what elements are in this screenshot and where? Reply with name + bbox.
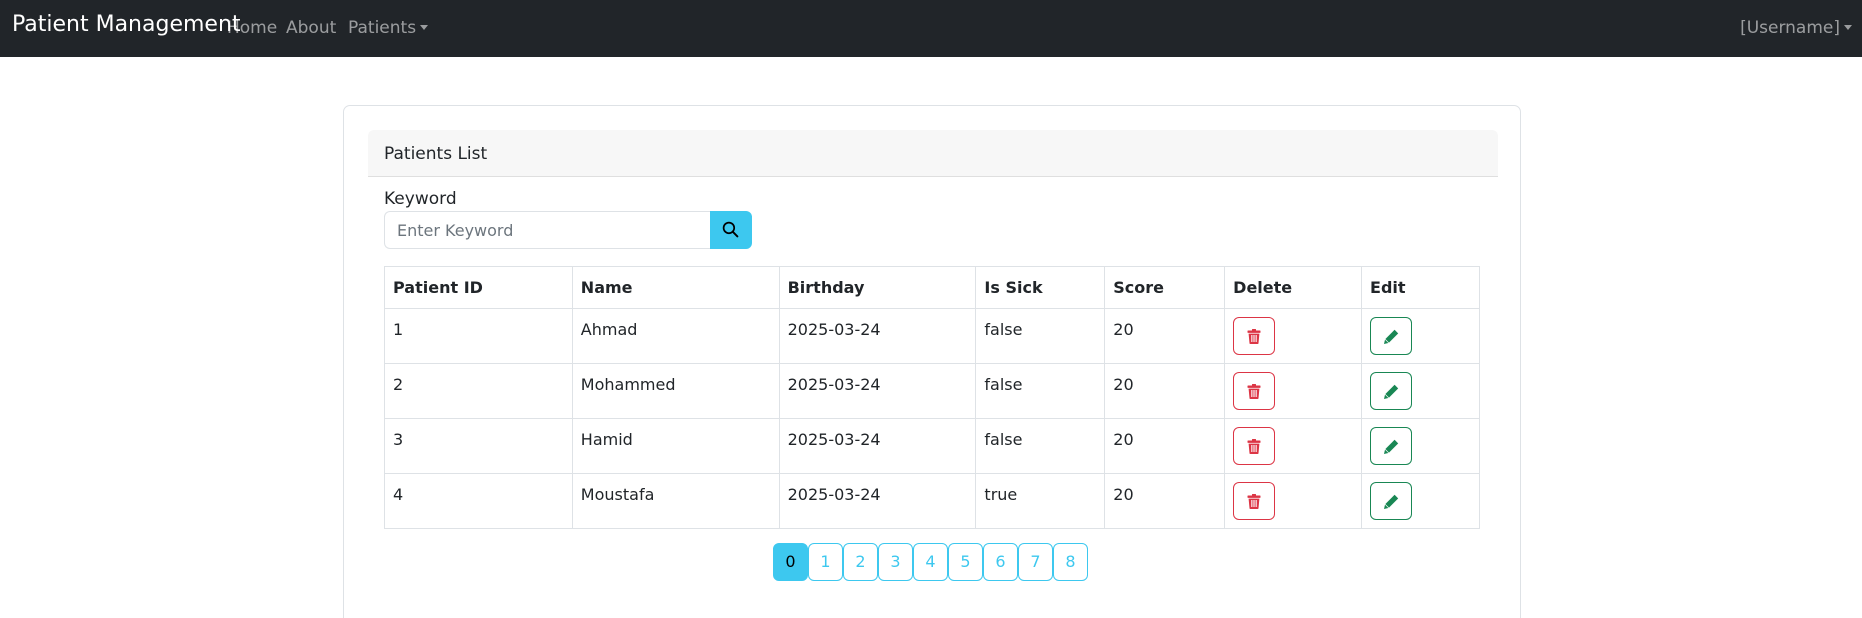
cell-delete xyxy=(1224,363,1363,419)
cell-patient-id: 1 xyxy=(384,308,573,364)
cell-score: 20 xyxy=(1104,308,1226,364)
page-button-0[interactable]: 0 xyxy=(773,543,808,581)
table-row: 4 Moustafa 2025-03-24 true 20 xyxy=(384,473,1480,529)
delete-button[interactable] xyxy=(1233,427,1276,465)
nav-patients-label: Patients xyxy=(348,18,417,38)
cell-edit xyxy=(1361,418,1480,474)
col-edit: Edit xyxy=(1361,266,1480,309)
col-delete: Delete xyxy=(1224,266,1363,309)
pencil-icon xyxy=(1384,494,1399,509)
col-patient-id: Patient ID xyxy=(384,266,573,309)
patients-card: Patients List Keyword Patient ID Name Bi… xyxy=(343,105,1521,618)
page-button-1[interactable]: 1 xyxy=(808,543,843,581)
trash-icon xyxy=(1247,439,1261,454)
cell-patient-id: 4 xyxy=(384,473,573,529)
card-title: Patients List xyxy=(384,144,488,164)
cell-name: Ahmad xyxy=(571,308,780,364)
trash-icon xyxy=(1247,494,1261,509)
cell-name: Hamid xyxy=(571,418,780,474)
navbar: Patient Management Home About Patients [… xyxy=(0,0,1862,57)
cell-score: 20 xyxy=(1104,363,1226,419)
col-is-sick: Is Sick xyxy=(975,266,1106,309)
col-birthday: Birthday xyxy=(778,266,977,309)
cell-edit xyxy=(1361,473,1480,529)
cell-score: 20 xyxy=(1104,473,1226,529)
delete-button[interactable] xyxy=(1233,372,1276,410)
edit-button[interactable] xyxy=(1370,427,1413,465)
cell-delete xyxy=(1224,308,1363,364)
card-header: Patients List xyxy=(368,130,1498,177)
cell-is-sick: false xyxy=(975,308,1106,364)
cell-delete xyxy=(1224,473,1363,529)
edit-button[interactable] xyxy=(1370,482,1413,520)
delete-button[interactable] xyxy=(1233,317,1276,355)
edit-button[interactable] xyxy=(1370,372,1413,410)
col-score: Score xyxy=(1104,266,1226,309)
pencil-icon xyxy=(1384,439,1399,454)
page-button-8[interactable]: 8 xyxy=(1053,543,1088,581)
nav-patients-dropdown[interactable]: Patients xyxy=(348,17,429,39)
table-row: 2 Mohammed 2025-03-24 false 20 xyxy=(384,363,1480,419)
cell-birthday: 2025-03-24 xyxy=(778,473,977,529)
user-dropdown[interactable]: [Username] xyxy=(1740,17,1852,39)
cell-patient-id: 2 xyxy=(384,363,573,419)
page-button-6[interactable]: 6 xyxy=(983,543,1018,581)
cell-is-sick: false xyxy=(975,363,1106,419)
pagination: 0 1 2 3 4 5 6 7 8 xyxy=(773,543,1088,581)
cell-name: Mohammed xyxy=(571,363,780,419)
cell-patient-id: 3 xyxy=(384,418,573,474)
cell-birthday: 2025-03-24 xyxy=(778,363,977,419)
nav-about-link[interactable]: About xyxy=(286,17,336,39)
nav-home-link[interactable]: Home xyxy=(227,17,277,39)
edit-button[interactable] xyxy=(1370,317,1413,355)
caret-down-icon xyxy=(420,25,429,30)
table-row: 1 Ahmad 2025-03-24 false 20 xyxy=(384,308,1480,364)
trash-icon xyxy=(1247,384,1261,399)
cell-is-sick: true xyxy=(975,473,1106,529)
trash-icon xyxy=(1247,329,1261,344)
page-button-3[interactable]: 3 xyxy=(878,543,913,581)
pencil-icon xyxy=(1384,384,1399,399)
keyword-input[interactable] xyxy=(384,211,711,249)
page-button-2[interactable]: 2 xyxy=(843,543,878,581)
page-button-4[interactable]: 4 xyxy=(913,543,948,581)
patients-table: Patient ID Name Birthday Is Sick Score D… xyxy=(384,266,1480,529)
search-button[interactable] xyxy=(710,211,752,249)
caret-down-icon xyxy=(1844,25,1852,30)
cell-delete xyxy=(1224,418,1363,474)
cell-edit xyxy=(1361,363,1480,419)
cell-score: 20 xyxy=(1104,418,1226,474)
cell-edit xyxy=(1361,308,1480,364)
cell-birthday: 2025-03-24 xyxy=(778,308,977,364)
navbar-brand[interactable]: Patient Management xyxy=(12,11,241,38)
cell-birthday: 2025-03-24 xyxy=(778,418,977,474)
table-row: 3 Hamid 2025-03-24 false 20 xyxy=(384,418,1480,474)
cell-name: Moustafa xyxy=(571,473,780,529)
search-icon xyxy=(722,221,739,238)
pencil-icon xyxy=(1384,329,1399,344)
user-dropdown-label: [Username] xyxy=(1740,18,1840,38)
table-header-row: Patient ID Name Birthday Is Sick Score D… xyxy=(384,266,1480,309)
col-name: Name xyxy=(571,266,780,309)
page-button-5[interactable]: 5 xyxy=(948,543,983,581)
keyword-label: Keyword xyxy=(384,189,457,209)
cell-is-sick: false xyxy=(975,418,1106,474)
page-button-7[interactable]: 7 xyxy=(1018,543,1053,581)
delete-button[interactable] xyxy=(1233,482,1276,520)
